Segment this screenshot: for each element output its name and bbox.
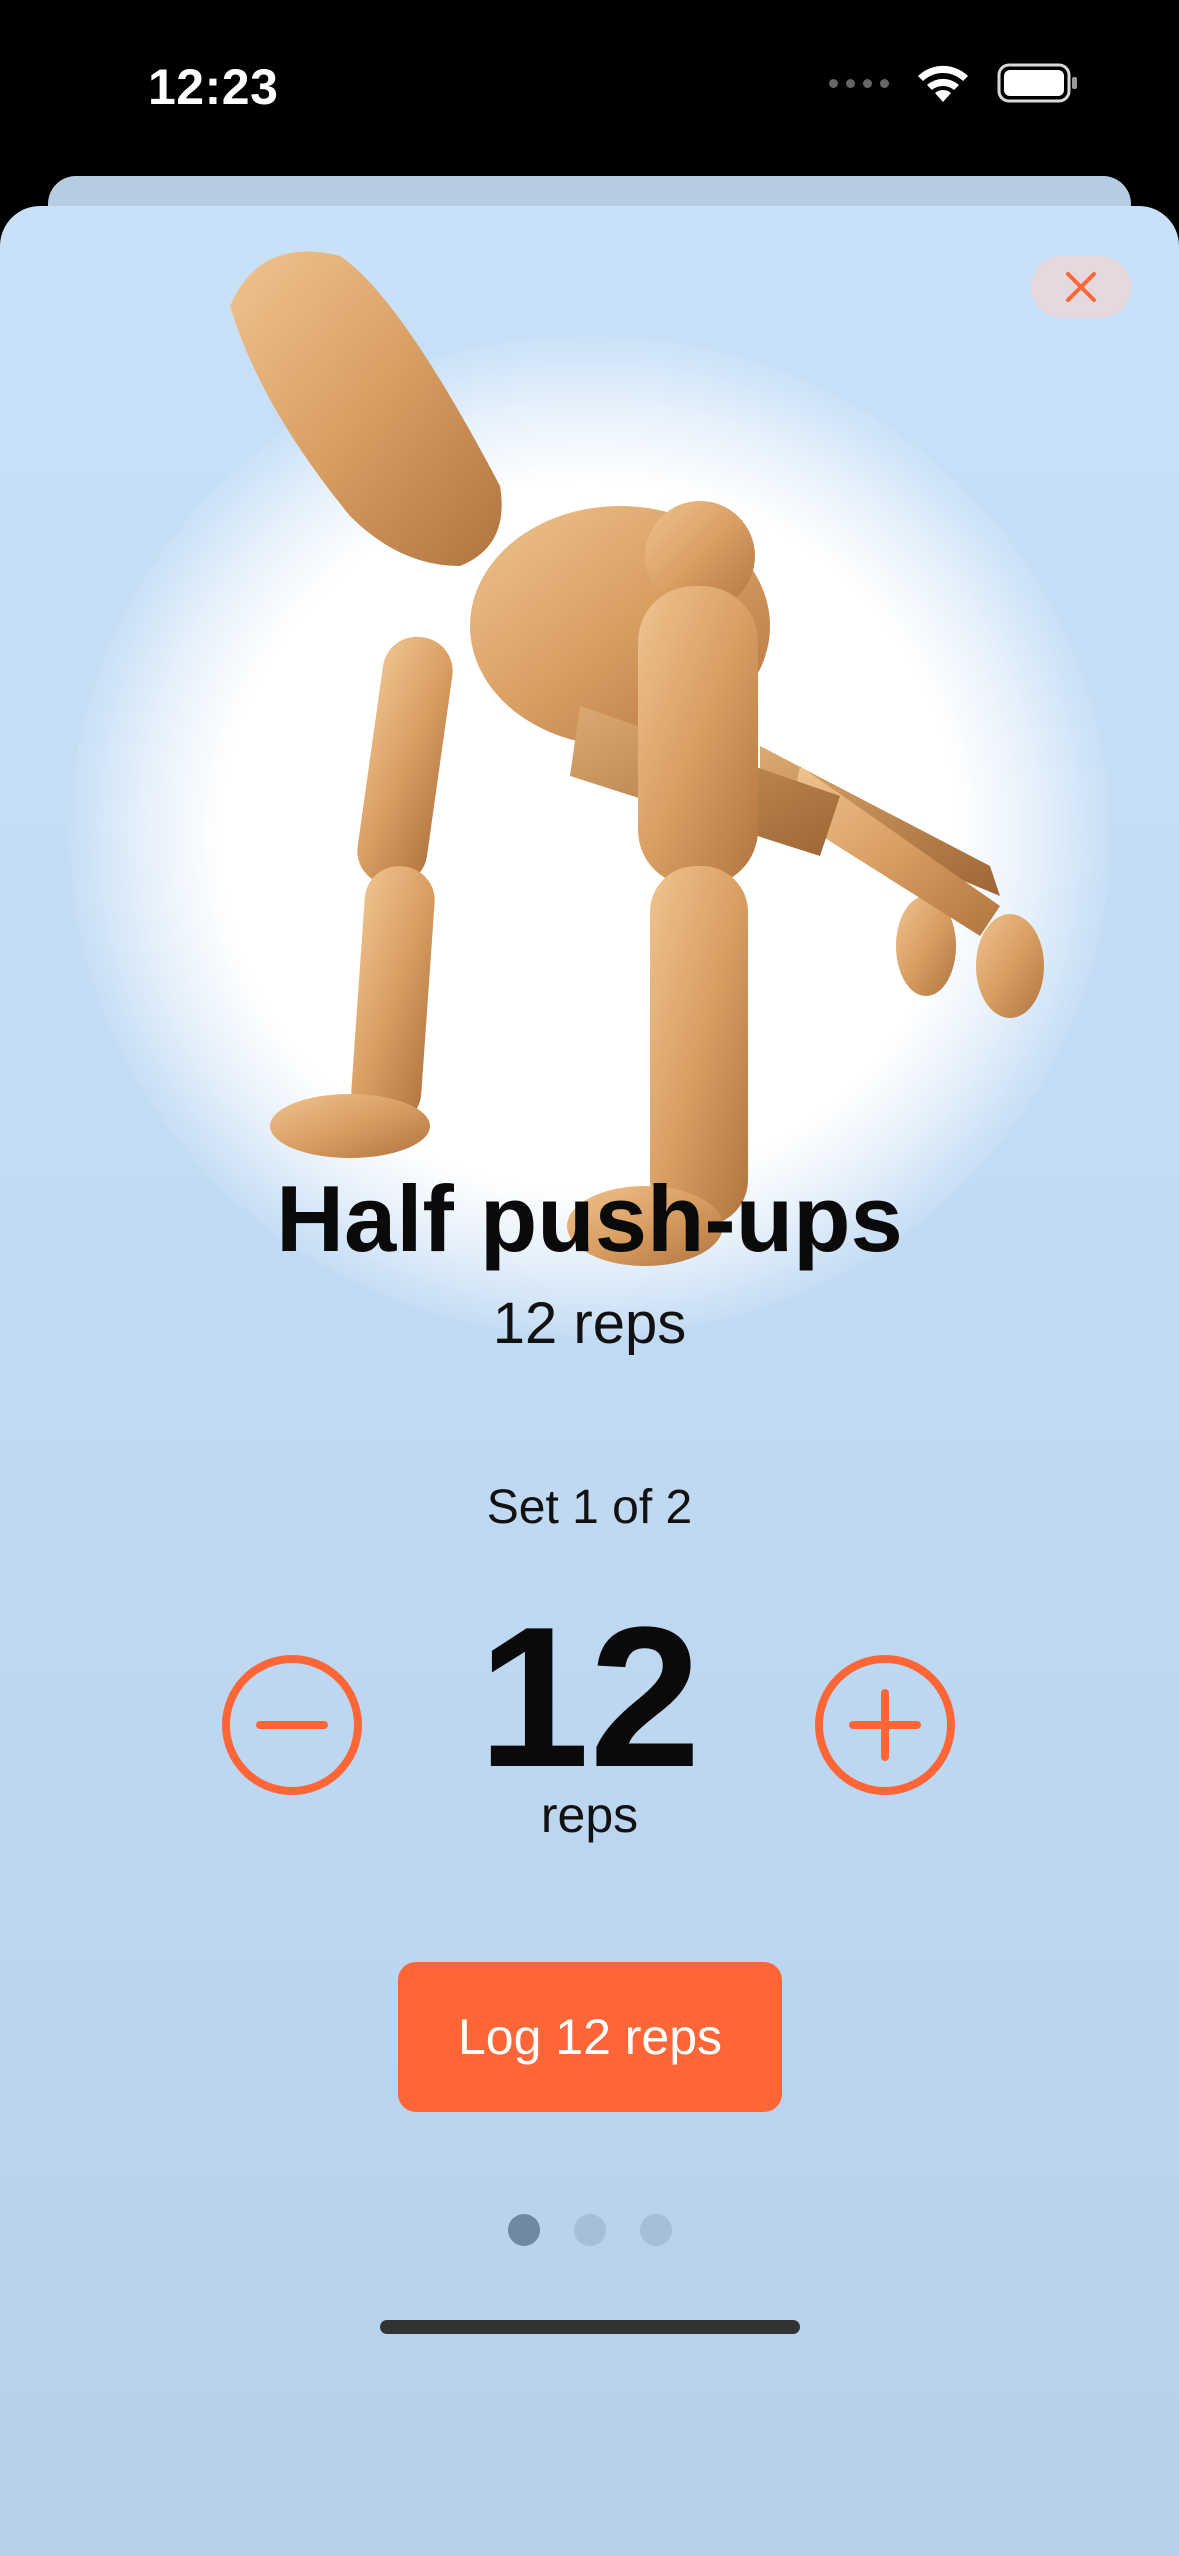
status-indicators [829,62,1079,104]
page-dot-3[interactable] [639,2214,672,2246]
cellular-icon [829,78,889,88]
app-screen: 12:23 Half push-ups 12 reps Set 1 of 2 1… [0,0,1179,2556]
close-button[interactable] [1031,256,1131,318]
mannequin-pushup-illustration [230,251,1044,1266]
exercise-sheet [0,206,1179,2556]
battery-icon [997,63,1077,103]
exercise-title: Half push-ups [276,1166,903,1271]
exercise-target: 12 reps [492,1291,687,1356]
page-dot-1[interactable] [507,2214,540,2246]
page-indicator [0,2214,1179,2246]
close-icon [1066,272,1096,302]
wifi-icon [918,65,968,102]
rep-count: 12 [478,1586,701,1809]
home-indicator[interactable] [380,2320,800,2334]
set-progress-label: Set 1 of 2 [486,1481,693,1534]
log-reps-button[interactable]: Log 12 reps [398,1962,782,2112]
plus-circle-icon [815,1655,955,1795]
status-time: 12:23 [148,59,279,115]
page-dot-2[interactable] [573,2214,606,2246]
rep-count-unit: reps [540,1787,639,1843]
increment-button[interactable] [813,1653,957,1797]
